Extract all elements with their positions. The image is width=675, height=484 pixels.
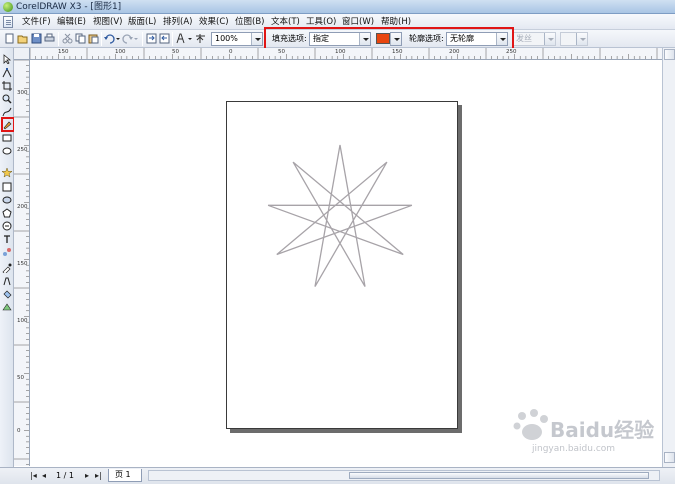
- window-title: CorelDRAW X3 - [图形1]: [16, 2, 122, 12]
- vruler-label: 200: [17, 204, 28, 210]
- last-page-icon[interactable]: ▸|: [95, 471, 102, 481]
- menu-arrange[interactable]: 排列(A): [161, 16, 194, 28]
- menu-view[interactable]: 视图(V): [91, 16, 124, 28]
- new-document-icon[interactable]: [4, 33, 15, 44]
- redo-dropdown-icon[interactable]: [131, 33, 142, 44]
- hruler-label: 250: [506, 49, 517, 55]
- hruler-label: 200: [449, 49, 460, 55]
- chevron-down-icon[interactable]: [576, 33, 587, 45]
- toolbar-separator: [142, 32, 143, 46]
- toolbox: [0, 48, 14, 468]
- toolbar-separator: [101, 32, 102, 46]
- hruler-label: 50: [278, 49, 285, 55]
- page-tab[interactable]: 页 1: [108, 469, 142, 482]
- hruler-label: 0: [229, 49, 233, 55]
- baidu-paw-logo: [513, 409, 548, 440]
- fill-tool-icon[interactable]: [2, 289, 12, 299]
- interactive-blend-tool-icon[interactable]: [2, 247, 12, 257]
- star-drawing: [267, 144, 413, 287]
- selected-tool-highlight: [1, 117, 15, 132]
- rectangle-tool-icon[interactable]: [2, 133, 12, 143]
- vruler-label: 100: [17, 318, 28, 324]
- copy-icon[interactable]: [75, 33, 86, 44]
- open-folder-icon[interactable]: [17, 33, 28, 44]
- ruler-origin-corner[interactable]: [14, 48, 30, 60]
- next-page-icon[interactable]: ▸: [85, 471, 89, 481]
- document-icon[interactable]: [3, 16, 13, 28]
- toolbar-separator: [172, 32, 173, 46]
- pick-tool-icon[interactable]: [2, 54, 12, 64]
- eyedropper-tool-icon[interactable]: [2, 263, 12, 273]
- hruler-label: 100: [335, 49, 346, 55]
- menu-effects[interactable]: 效果(C): [197, 16, 231, 28]
- text-tool-icon[interactable]: [2, 234, 12, 244]
- scroll-up-button[interactable]: [664, 49, 675, 60]
- outline-tool-icon[interactable]: [2, 276, 12, 286]
- menu-file[interactable]: 文件(F): [20, 16, 53, 28]
- first-page-icon[interactable]: |◂: [30, 471, 37, 481]
- title-bar: CorelDRAW X3 - [图形1]: [0, 0, 675, 14]
- zoom-level-select[interactable]: 100%: [211, 32, 263, 46]
- toolbar-separator: [58, 32, 59, 46]
- paste-icon[interactable]: [88, 33, 99, 44]
- document-page[interactable]: [226, 101, 458, 429]
- outline-color-select[interactable]: [560, 32, 588, 46]
- watermark-url: jingyan.baidu.com: [532, 444, 616, 454]
- interactive-fill-tool-icon[interactable]: [2, 302, 12, 312]
- hruler-label: 150: [58, 49, 69, 55]
- outline-width-select[interactable]: 发丝: [512, 32, 556, 46]
- document-navigator: |◂ ◂ 1 / 1 ▸ ▸| 页 1: [0, 467, 675, 484]
- shape-tool-icon[interactable]: [2, 68, 12, 78]
- horizontal-scrollbar[interactable]: [148, 470, 660, 481]
- chevron-down-icon[interactable]: [544, 33, 555, 45]
- zoom-level-value: 100%: [215, 34, 238, 43]
- menu-layout[interactable]: 版面(L): [126, 16, 158, 28]
- vruler-label: 0: [17, 428, 21, 434]
- vertical-scrollbar[interactable]: [662, 48, 675, 467]
- star-tool-icon[interactable]: [2, 168, 12, 178]
- rectangle-shape-icon[interactable]: [2, 182, 12, 192]
- ellipse-tool-icon[interactable]: [2, 146, 12, 156]
- vertical-ruler[interactable]: 300 250 200 150 100 50 0: [14, 60, 30, 466]
- menu-edit[interactable]: 编辑(E): [55, 16, 88, 28]
- outline-width-value: 发丝: [516, 34, 532, 43]
- print-icon[interactable]: [44, 33, 55, 44]
- horizontal-scroll-thumb[interactable]: [349, 472, 649, 479]
- nine-point-star[interactable]: [267, 144, 413, 287]
- vruler-label: 50: [17, 375, 24, 381]
- baidu-watermark: Baidu经验 jingyan.baidu.com: [512, 406, 672, 466]
- menu-bitmaps[interactable]: 位图(B): [233, 16, 266, 28]
- save-icon[interactable]: [31, 33, 42, 44]
- vruler-label: 150: [17, 261, 28, 267]
- zoom-tool-icon[interactable]: [2, 94, 12, 104]
- export-icon[interactable]: [159, 33, 170, 44]
- vruler-label: 250: [17, 147, 28, 153]
- page-tab-label: 页 1: [115, 470, 131, 479]
- hruler-label: 150: [392, 49, 403, 55]
- freehand-tool-icon[interactable]: [2, 107, 12, 117]
- vruler-label: 300: [17, 90, 28, 96]
- page-count: 1 / 1: [56, 471, 74, 480]
- hruler-label: 100: [115, 49, 126, 55]
- basic-shapes-tool-icon[interactable]: [2, 221, 12, 231]
- horizontal-ruler[interactable]: 150 100 50 0 50 100 150 200 250: [30, 48, 662, 60]
- hruler-label: 50: [172, 49, 179, 55]
- polygon-tool-icon[interactable]: [2, 208, 12, 218]
- watermark-brand: Baidu经验: [550, 418, 655, 442]
- cut-icon[interactable]: [62, 33, 73, 44]
- chevron-down-icon[interactable]: [251, 33, 262, 45]
- oval-shape-icon[interactable]: [2, 195, 12, 205]
- welcome-screen-icon[interactable]: [195, 33, 206, 44]
- previous-page-icon[interactable]: ◂: [42, 471, 46, 481]
- import-icon[interactable]: [146, 33, 157, 44]
- crop-tool-icon[interactable]: [2, 81, 12, 91]
- coreldraw-app-icon[interactable]: [3, 2, 13, 12]
